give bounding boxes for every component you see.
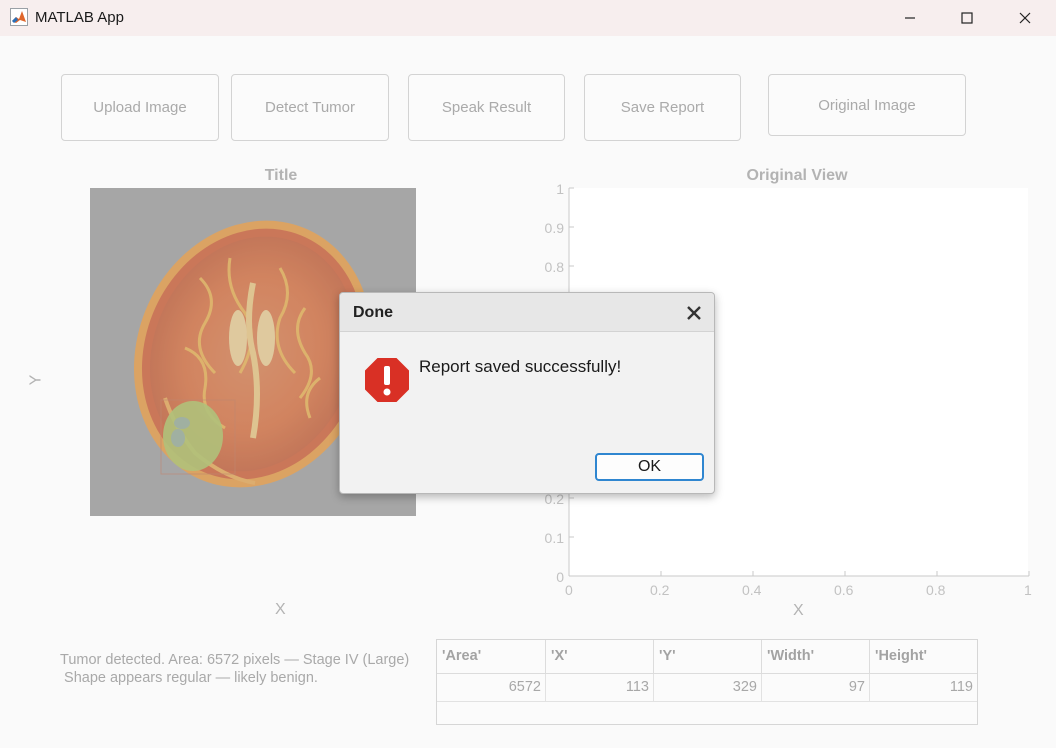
done-dialog: Done Report saved successfully! OK — [339, 292, 715, 494]
save-report-button[interactable]: Save Report — [584, 74, 741, 141]
table-cell-height[interactable]: 119 — [870, 674, 977, 702]
xtick-label: 1 — [1024, 582, 1032, 598]
result-line-2: Shape appears regular — likely benign. — [60, 670, 318, 686]
upload-image-button[interactable]: Upload Image — [61, 74, 219, 141]
title-bar: MATLAB App — [0, 0, 1056, 36]
xtick-label: 0.6 — [834, 582, 854, 598]
column-header-height[interactable]: 'Height' — [870, 640, 977, 674]
left-axes-ylabel: Y — [27, 374, 45, 386]
original-image-button[interactable]: Original Image — [768, 74, 966, 136]
result-line-1: Tumor detected. Area: 6572 pixels — Stag… — [60, 652, 410, 668]
minimize-button[interactable] — [881, 0, 939, 36]
results-table[interactable]: 'Area' 'X' 'Y' 'Width' 'Height' 6572 113… — [436, 639, 978, 725]
ok-button[interactable]: OK — [595, 453, 704, 481]
ytick-label: 0.8 — [544, 259, 564, 275]
dialog-title: Done — [353, 304, 393, 321]
left-axes-title: Title — [264, 167, 298, 184]
window-title: MATLAB App — [35, 9, 124, 26]
close-window-button[interactable] — [996, 0, 1054, 36]
xtick-label: 0.4 — [742, 582, 762, 598]
right-axes-xlabel: X — [793, 602, 804, 619]
ytick-label: 1 — [556, 181, 564, 197]
xtick-label: 0.8 — [926, 582, 946, 598]
dialog-message: Report saved successfully! — [419, 357, 622, 376]
dialog-header: Done — [340, 293, 714, 332]
dialog-close-icon[interactable] — [684, 303, 704, 323]
table-cell-area[interactable]: 6572 — [437, 674, 546, 702]
table-cell-x[interactable]: 113 — [546, 674, 654, 702]
column-header-area[interactable]: 'Area' — [437, 640, 546, 674]
maximize-button[interactable] — [938, 0, 996, 36]
xtick-label: 0.2 — [650, 582, 670, 598]
ytick-label: 0.9 — [544, 220, 564, 236]
column-header-width[interactable]: 'Width' — [762, 640, 870, 674]
column-header-y[interactable]: 'Y' — [654, 640, 762, 674]
detect-tumor-button[interactable]: Detect Tumor — [231, 74, 389, 141]
ytick-label: 0.1 — [544, 530, 564, 546]
xtick-label: 0 — [565, 582, 573, 598]
maximize-icon — [961, 12, 973, 24]
minimize-icon — [905, 17, 915, 19]
error-stop-icon — [365, 358, 409, 402]
matlab-logo-icon — [10, 8, 28, 26]
ytick-label: 0 — [556, 569, 564, 585]
table-cell-y[interactable]: 329 — [654, 674, 762, 702]
close-icon — [1019, 12, 1031, 24]
speak-result-button[interactable]: Speak Result — [408, 74, 565, 141]
left-axes-xlabel: X — [275, 601, 286, 618]
result-text-area: Tumor detected. Area: 6572 pixels — Stag… — [60, 651, 440, 687]
table-cell-width[interactable]: 97 — [762, 674, 870, 702]
column-header-x[interactable]: 'X' — [546, 640, 654, 674]
